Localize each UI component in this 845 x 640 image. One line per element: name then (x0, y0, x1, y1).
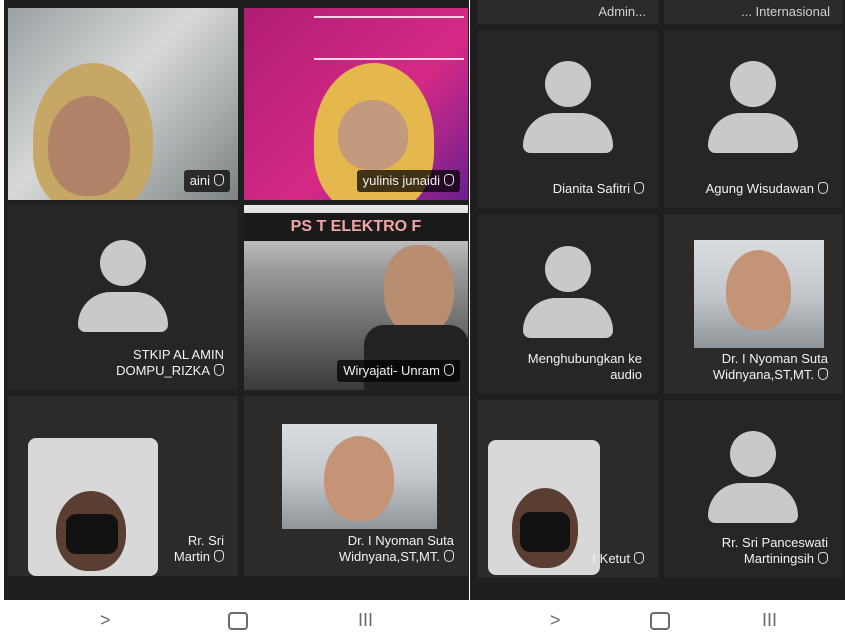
back-button[interactable]: > (100, 610, 111, 630)
mic-icon (444, 364, 454, 376)
back-button[interactable]: > (550, 610, 561, 630)
participant-tile-cropped[interactable]: ... Internasional (664, 0, 842, 24)
participant-tile-ketut[interactable]: I Ketut (478, 400, 658, 578)
face-mask (66, 514, 118, 554)
avatar-placeholder-icon (78, 239, 168, 340)
participant-name: Wiryajati- Unram (343, 363, 440, 378)
participant-name: Dr. I Nyoman Suta Widnyana,ST,MT. (712, 351, 828, 382)
participant-tile-agung[interactable]: Agung Wisudawan (664, 30, 842, 208)
participant-face (324, 436, 394, 521)
participant-name: Menghubungkan ke audio (527, 351, 642, 382)
mic-icon (444, 174, 454, 186)
recents-button[interactable]: III (762, 610, 777, 630)
participant-name-badge: Menghubungkan ke audio (522, 348, 648, 386)
participant-tile-nyoman[interactable]: Dr. I Nyoman Suta Widnyana,ST,MT. (664, 214, 842, 394)
participant-tile-nyoman[interactable]: Dr. I Nyoman Suta Widnyana,ST,MT. (244, 396, 468, 576)
mic-icon (818, 552, 828, 564)
virtual-background-text (314, 16, 464, 60)
participant-name: Rr. Sri Panceswati Martiningsih (721, 535, 828, 566)
mic-icon (634, 552, 644, 564)
home-button[interactable] (228, 612, 248, 630)
participant-name-badge: Dr. I Nyoman Suta Widnyana,ST,MT. (333, 530, 460, 568)
mic-icon (444, 550, 454, 562)
right-meeting-screen: Admin... ... Internasional Dianita Safit… (470, 0, 845, 600)
mic-icon (214, 550, 224, 562)
participant-face (48, 96, 130, 196)
participant-name-badge: Dianita Safitri (547, 178, 650, 200)
avatar-placeholder-icon (708, 431, 798, 531)
participant-name-badge: STKIP AL AMIN DOMPU_RIZKA (110, 344, 230, 382)
mic-icon (818, 368, 828, 380)
recents-button[interactable]: III (358, 610, 373, 630)
participant-name: Agung Wisudawan (705, 181, 814, 196)
home-button[interactable] (650, 612, 670, 630)
participant-name: ... Internasional (741, 4, 830, 19)
android-nav-bar-right: > III (470, 600, 845, 640)
participant-tile-rr-sri[interactable]: Rr. Sri Martin (8, 396, 238, 576)
participant-name: STKIP AL AMIN DOMPU_RIZKA (116, 347, 224, 378)
left-meeting-screen: aini yulinis junaidi STKIP AL AMIN DOMPU… (4, 0, 469, 600)
participant-tile-panceswati[interactable]: Rr. Sri Panceswati Martiningsih (664, 400, 842, 578)
participant-name-badge: Rr. Sri Martin (168, 530, 230, 568)
participant-name-badge: Wiryajati- Unram (337, 360, 460, 382)
participant-name-badge: aini (183, 170, 230, 192)
avatar-placeholder-icon (523, 61, 613, 161)
mic-icon (214, 364, 224, 376)
participant-tile-dianita[interactable]: Dianita Safitri (478, 30, 658, 208)
mic-icon (818, 182, 828, 194)
mic-icon (634, 182, 644, 194)
avatar-placeholder-icon (523, 246, 613, 346)
participant-name-badge: yulinis junaidi (356, 170, 460, 192)
android-nav-bar-left: > III (0, 600, 469, 640)
participant-face (726, 250, 791, 330)
participant-tile-stkip[interactable]: STKIP AL AMIN DOMPU_RIZKA (8, 205, 238, 390)
participant-name-badge: Dr. I Nyoman Suta Widnyana,ST,MT. (707, 348, 834, 386)
face-mask (520, 512, 570, 552)
participant-tile-wiryajati[interactable]: PS T ELEKTRO F Wiryajati- Unram (244, 205, 468, 390)
participant-name: Dr. I Nyoman Suta Widnyana,ST,MT. (338, 533, 454, 564)
participant-tile-connecting[interactable]: Menghubungkan ke audio (478, 214, 658, 394)
participant-tile-cropped[interactable]: Admin... (478, 0, 658, 24)
participant-tile-yulinis[interactable]: yulinis junaidi (244, 8, 468, 200)
slide-banner: PS T ELEKTRO F (244, 213, 468, 241)
participant-face (338, 100, 408, 170)
participant-name: aini (189, 173, 210, 188)
participant-name: I Ketut (592, 551, 630, 566)
participant-name-badge: I Ketut (586, 548, 650, 570)
participant-face (384, 245, 454, 335)
participant-tile-aini[interactable]: aini (8, 8, 238, 200)
participant-name-badge: Agung Wisudawan (700, 178, 834, 200)
participant-name: Admin... (598, 4, 646, 19)
participant-name: yulinis junaidi (362, 173, 440, 188)
participant-name-badge: Rr. Sri Panceswati Martiningsih (716, 532, 834, 570)
avatar-placeholder-icon (708, 61, 798, 161)
mic-icon (214, 174, 224, 186)
participant-name: Dianita Safitri (552, 181, 630, 196)
